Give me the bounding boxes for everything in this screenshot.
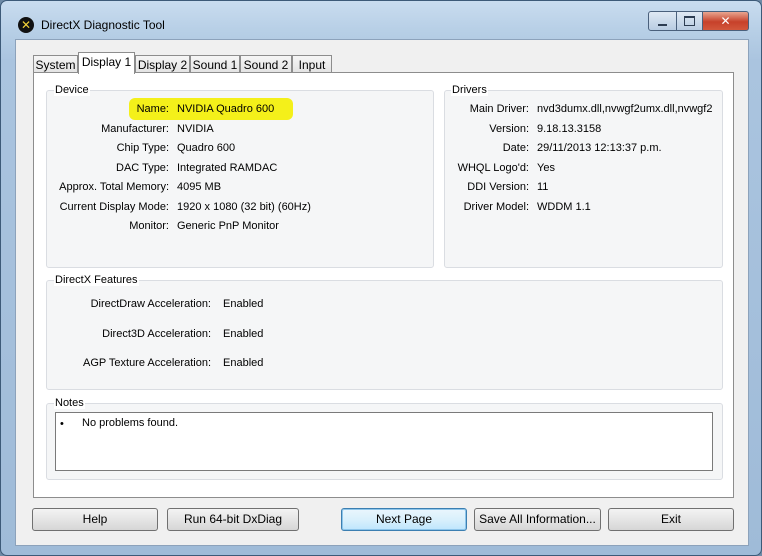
direct3d-value: Enabled bbox=[223, 328, 264, 340]
notes-heading: Notes bbox=[54, 397, 85, 409]
tab-display-1[interactable]: Display 1 bbox=[78, 52, 135, 74]
exit-button[interactable]: Exit bbox=[608, 508, 734, 531]
manufacturer-value: NVIDIA bbox=[177, 123, 214, 135]
close-button[interactable]: ✕ bbox=[702, 11, 749, 31]
display-mode-value: 1920 x 1080 (32 bit) (60Hz) bbox=[177, 201, 311, 213]
notes-item: No problems found. bbox=[82, 417, 178, 429]
manufacturer-label: Manufacturer: bbox=[101, 123, 169, 135]
dac-type-value: Integrated RAMDAC bbox=[177, 162, 278, 174]
device-name-label: Name: bbox=[136, 103, 169, 115]
monitor-label: Monitor: bbox=[129, 220, 169, 232]
minimize-icon bbox=[658, 23, 667, 26]
directx-logo-icon: ✕ bbox=[18, 17, 34, 33]
save-all-information-button[interactable]: Save All Information... bbox=[474, 508, 601, 531]
chip-type-label: Chip Type: bbox=[116, 142, 169, 154]
main-driver-label: Main Driver: bbox=[469, 103, 529, 115]
window-title: DirectX Diagnostic Tool bbox=[41, 18, 165, 32]
directdraw-value: Enabled bbox=[223, 298, 264, 310]
ddi-version-label: DDI Version: bbox=[467, 181, 529, 193]
drivers-heading: Drivers bbox=[451, 84, 488, 96]
version-label: Version: bbox=[489, 123, 529, 135]
notes-textbox[interactable]: • No problems found. bbox=[55, 412, 713, 471]
version-value: 9.18.13.3158 bbox=[537, 123, 602, 135]
notes-bullet: • bbox=[60, 418, 64, 430]
dac-type-label: DAC Type: bbox=[116, 162, 169, 174]
maximize-button[interactable] bbox=[677, 11, 702, 31]
next-page-button[interactable]: Next Page bbox=[341, 508, 467, 531]
date-value: 29/11/2013 12:13:37 p.m. bbox=[537, 142, 662, 154]
direct3d-label: Direct3D Acceleration: bbox=[102, 328, 211, 340]
help-button[interactable]: Help bbox=[32, 508, 158, 531]
total-memory-value: 4095 MB bbox=[177, 181, 222, 193]
whql-value: Yes bbox=[537, 162, 555, 174]
total-memory-label: Approx. Total Memory: bbox=[59, 181, 169, 193]
drivers-group bbox=[444, 90, 723, 268]
dxdiag-window: ✕ DirectX Diagnostic Tool ✕ System Displ… bbox=[0, 0, 762, 556]
display-mode-label: Current Display Mode: bbox=[59, 201, 169, 213]
date-label: Date: bbox=[502, 142, 529, 154]
directx-features-heading: DirectX Features bbox=[54, 274, 139, 286]
device-heading: Device bbox=[54, 84, 90, 96]
agp-texture-label: AGP Texture Acceleration: bbox=[83, 357, 211, 369]
driver-model-label: Driver Model: bbox=[463, 201, 529, 213]
driver-model-value: WDDM 1.1 bbox=[537, 201, 591, 213]
monitor-value: Generic PnP Monitor bbox=[177, 220, 279, 232]
agp-texture-value: Enabled bbox=[223, 357, 264, 369]
run-64bit-dxdiag-button[interactable]: Run 64-bit DxDiag bbox=[167, 508, 299, 531]
caption-buttons: ✕ bbox=[648, 11, 749, 31]
close-icon: ✕ bbox=[720, 14, 731, 28]
main-driver-value: nvd3dumx.dll,nvwgf2umx.dll,nvwgf2 bbox=[537, 103, 713, 115]
chip-type-value: Quadro 600 bbox=[177, 142, 236, 154]
maximize-icon bbox=[684, 16, 695, 26]
device-name-value: NVIDIA Quadro 600 bbox=[177, 103, 275, 115]
directdraw-label: DirectDraw Acceleration: bbox=[90, 298, 211, 310]
whql-label: WHQL Logo'd: bbox=[457, 162, 529, 174]
title-bar[interactable]: ✕ DirectX Diagnostic Tool ✕ bbox=[1, 1, 761, 39]
ddi-version-value: 11 bbox=[537, 181, 549, 193]
minimize-button[interactable] bbox=[648, 11, 677, 31]
